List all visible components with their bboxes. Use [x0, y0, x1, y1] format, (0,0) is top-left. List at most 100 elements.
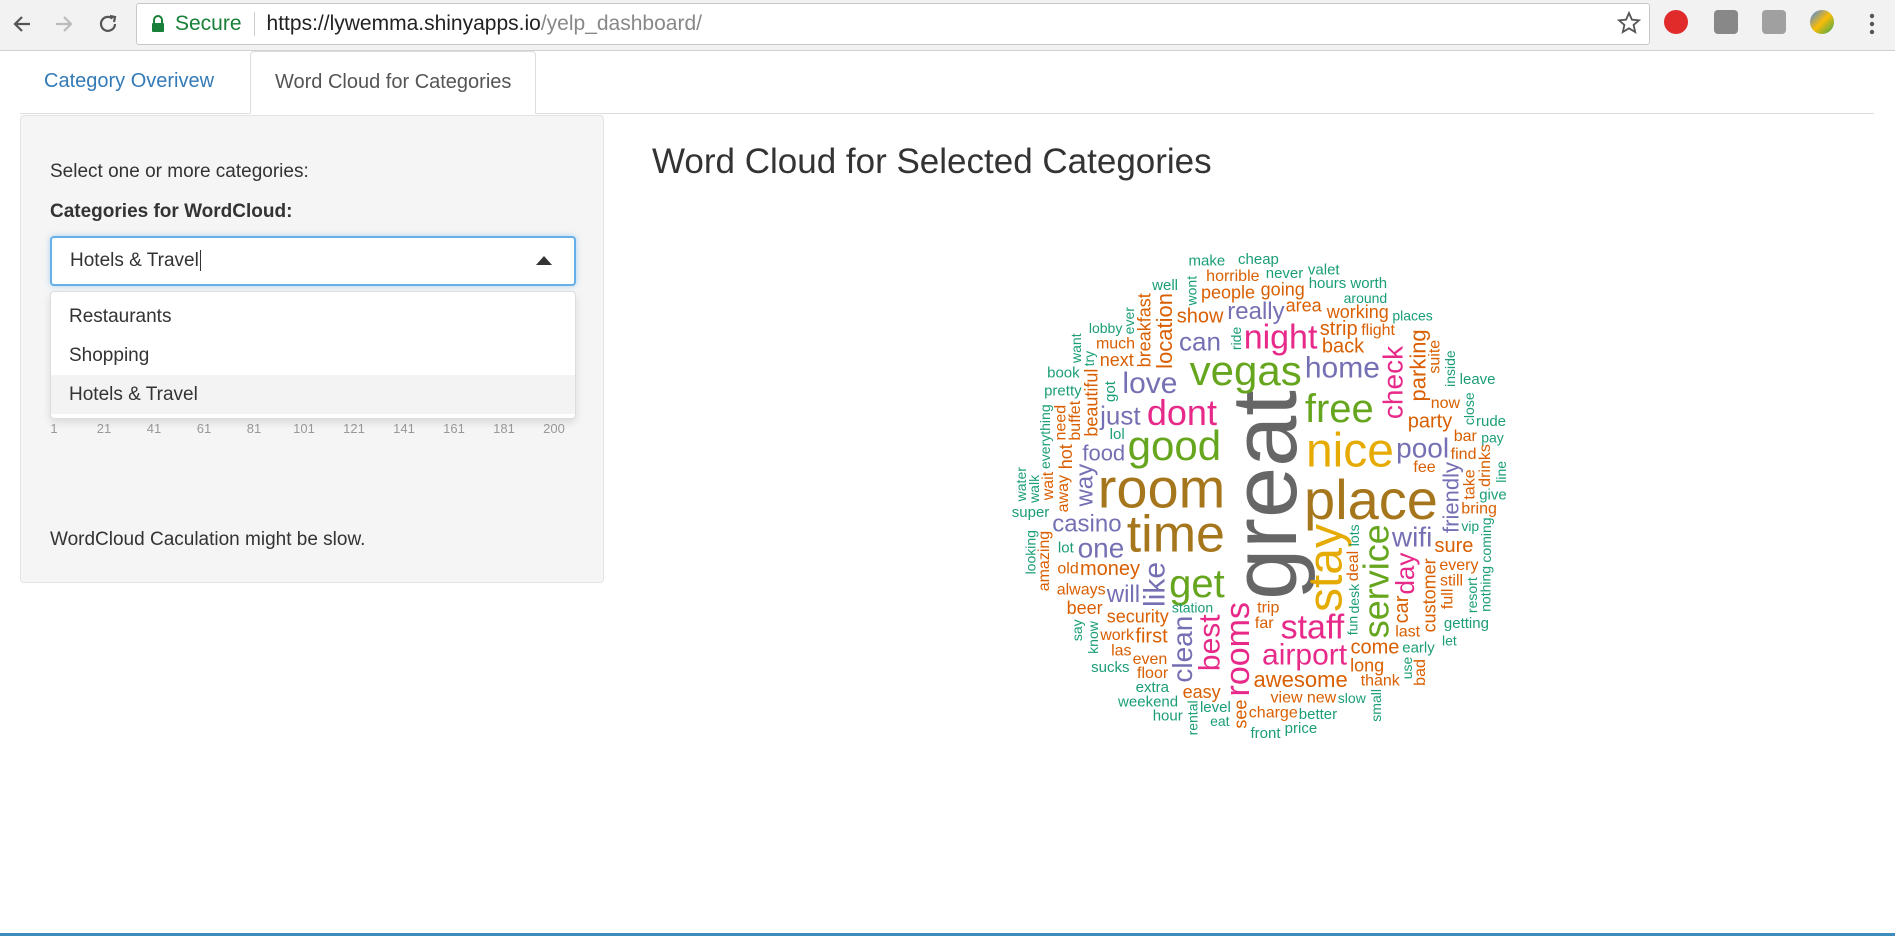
secure-label: Secure — [175, 12, 242, 35]
cloud-word: lobby — [1089, 320, 1122, 336]
instruction-text: Select one or more categories: — [50, 161, 309, 182]
cloud-word: vip — [1461, 518, 1479, 534]
cloud-word: let — [1442, 633, 1457, 649]
cloud-word: water — [1013, 467, 1029, 503]
cloud-word: small — [1368, 689, 1384, 722]
cloud-word: thank — [1361, 673, 1401, 690]
cloud-word: rude — [1476, 413, 1506, 430]
cloud-word: old — [1057, 560, 1078, 577]
cloud-word: everything — [1037, 404, 1053, 469]
cloud-word: trip — [1257, 599, 1279, 616]
cloud-word: book — [1047, 365, 1080, 382]
cloud-word: awesome — [1254, 667, 1348, 692]
slider-tick: 181 — [493, 421, 515, 436]
cloud-word: well — [1151, 277, 1178, 294]
cloud-word: full — [1440, 589, 1457, 609]
cloud-word: casino — [1052, 511, 1121, 538]
cloud-word: sucks — [1091, 659, 1129, 676]
cloud-word: deal — [1345, 551, 1362, 581]
cloud-word: leave — [1460, 371, 1496, 388]
url-path: /yelp_dashboard/ — [540, 12, 702, 35]
cloud-word: every — [1439, 557, 1478, 574]
cloud-word: wont — [1183, 276, 1199, 307]
slider-tick: 200 — [543, 421, 565, 436]
cloud-word: location — [1152, 293, 1177, 369]
cloud-word: places — [1392, 308, 1432, 324]
dropdown-option-restaurants[interactable]: Restaurants — [51, 297, 575, 336]
category-select-value[interactable]: Hotels & Travel — [70, 250, 201, 272]
cloud-word: early — [1402, 639, 1435, 656]
forward-arrow-icon[interactable] — [48, 8, 80, 40]
slow-calculation-note: WordCloud Caculation might be slow. — [50, 529, 366, 550]
tab-word-cloud[interactable]: Word Cloud for Categories — [250, 51, 537, 114]
bookmark-star-icon[interactable] — [1616, 10, 1642, 41]
cloud-word: bar — [1454, 428, 1478, 445]
menu-dots-icon[interactable] — [1856, 8, 1888, 40]
cloud-word: lol — [1110, 426, 1125, 443]
category-select[interactable]: Hotels & Travel — [50, 236, 576, 286]
cloud-word: sure — [1434, 535, 1473, 557]
dropdown-option-hotels-travel[interactable]: Hotels & Travel — [51, 375, 575, 414]
cloud-word: worth — [1349, 275, 1387, 292]
dropdown-option-shopping[interactable]: Shopping — [51, 336, 575, 375]
cloud-word: time — [1127, 506, 1225, 564]
cloud-word: clean — [1167, 616, 1198, 683]
cloud-word: away — [1055, 475, 1072, 512]
cloud-word: nothing — [1478, 566, 1494, 612]
cloud-word: coming — [1478, 517, 1494, 562]
extension-drive-icon[interactable] — [1810, 10, 1834, 34]
address-bar[interactable]: Secure https://lywemma.shinyapps.io/yelp… — [136, 3, 1650, 45]
cloud-word: wait — [1040, 471, 1057, 501]
cloud-word: can — [1179, 327, 1221, 357]
cloud-word: bad — [1412, 659, 1429, 686]
cloud-word: line — [1493, 461, 1509, 483]
extension-shield-icon[interactable] — [1664, 10, 1688, 34]
cloud-word: give — [1479, 487, 1507, 504]
cloud-word: food — [1082, 441, 1125, 466]
extension-g-icon[interactable] — [1762, 10, 1786, 34]
caret-up-icon[interactable] — [536, 256, 552, 265]
cloud-word: pretty — [1044, 382, 1082, 399]
cloud-word: cheap — [1238, 251, 1279, 268]
cloud-word: hour — [1153, 707, 1183, 724]
cloud-word: make — [1189, 253, 1226, 270]
cloud-word: rental — [1185, 700, 1201, 735]
cloud-word: breakfast — [1135, 293, 1155, 367]
cloud-word: say — [1069, 619, 1085, 641]
tab-bar: Category Overivew Word Cloud for Categor… — [20, 51, 1874, 114]
cloud-word: charge — [1249, 704, 1298, 721]
cloud-word: car — [1391, 595, 1413, 623]
extension-square-icon[interactable] — [1714, 10, 1738, 34]
reload-icon[interactable] — [92, 8, 124, 40]
url-host: https://lywemma.shinyapps.io — [266, 12, 541, 35]
cloud-word: want — [1068, 333, 1084, 364]
cloud-word: know — [1085, 620, 1101, 654]
slider-ticks: 1 21 41 61 81 101 121 141 161 181 200 — [50, 421, 574, 441]
cloud-word: price — [1285, 720, 1318, 737]
cloud-word: pay — [1481, 429, 1504, 445]
cloud-word: amazing — [1036, 531, 1053, 591]
slider-tick: 61 — [196, 421, 212, 436]
cloud-word: suite — [1426, 340, 1443, 374]
cloud-word: got — [1102, 380, 1119, 402]
tab-category-overview[interactable]: Category Overivew — [20, 51, 238, 112]
slider-tick: 1 — [50, 421, 58, 436]
browser-toolbar: Secure https://lywemma.shinyapps.io/yelp… — [0, 0, 1895, 51]
cloud-word: money — [1080, 558, 1140, 580]
cloud-word: security — [1107, 606, 1169, 626]
cloud-word: hot — [1056, 444, 1076, 469]
cloud-word: love — [1122, 367, 1177, 400]
slider-tick: 41 — [146, 421, 162, 436]
cloud-word: beer — [1067, 598, 1103, 618]
cloud-word: around — [1344, 290, 1388, 306]
cloud-word: party — [1408, 410, 1452, 432]
cloud-word: inside — [1442, 350, 1458, 387]
back-arrow-icon[interactable] — [6, 8, 38, 40]
cloud-word: going — [1261, 279, 1305, 299]
cloud-word: looking — [1022, 530, 1038, 574]
cloud-word: nice — [1306, 425, 1394, 478]
cloud-word: people — [1201, 283, 1255, 303]
cloud-word: first — [1135, 626, 1168, 648]
cloud-word: way — [1072, 464, 1099, 508]
slider-tick: 81 — [246, 421, 262, 436]
